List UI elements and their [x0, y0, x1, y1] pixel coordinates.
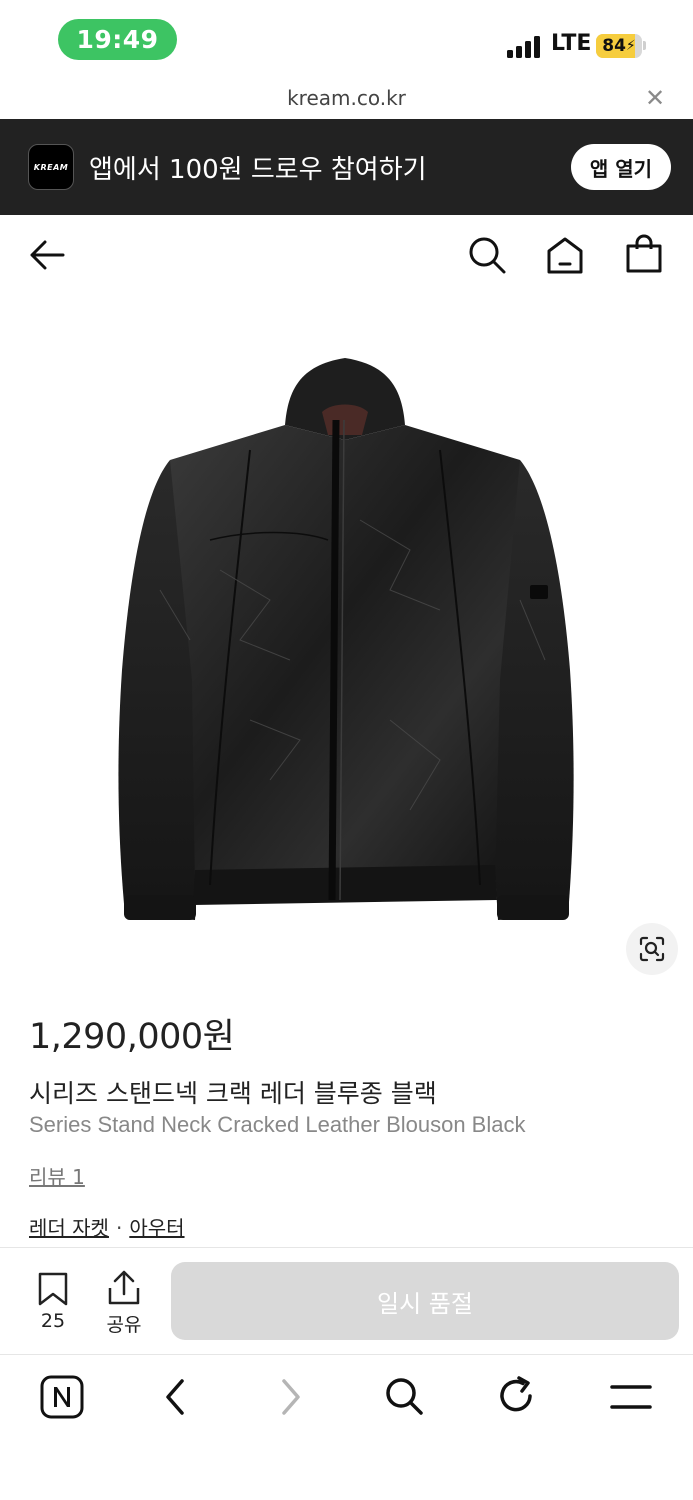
kream-logo: KREAM — [28, 144, 74, 190]
leather-jacket-image — [118, 358, 574, 920]
category-link-outer[interactable]: 아우터 — [129, 1216, 184, 1240]
home-icon[interactable] — [545, 235, 585, 275]
share-button[interactable]: 공유 — [99, 1270, 149, 1336]
naver-home-icon[interactable] — [40, 1375, 84, 1419]
product-name-english: Series Stand Neck Cracked Leather Blouso… — [29, 1112, 526, 1137]
category-link-leather-jacket[interactable]: 레더 자켓 — [29, 1216, 109, 1240]
reload-icon[interactable] — [497, 1375, 537, 1417]
search-icon[interactable] — [467, 235, 507, 275]
visual-search-icon[interactable] — [626, 923, 678, 975]
browser-toolbar — [0, 1355, 693, 1500]
battery-level: 84 — [602, 36, 626, 56]
divider — [0, 1247, 693, 1248]
close-icon[interactable]: ✕ — [645, 84, 665, 112]
category-separator: · — [115, 1216, 123, 1240]
banner-message: 앱에서 100원 드로우 참여하기 — [89, 155, 427, 185]
back-icon[interactable] — [160, 1377, 190, 1417]
search-icon[interactable] — [383, 1375, 425, 1417]
bookmark-icon — [38, 1272, 68, 1306]
url-text[interactable]: kream.co.kr — [0, 86, 693, 110]
wish-button[interactable]: 25 — [28, 1270, 78, 1336]
category-breadcrumb: 레더 자켓 · 아우터 — [29, 1212, 185, 1241]
sold-out-button[interactable]: 일시 품절 — [171, 1262, 679, 1340]
shopping-bag-icon[interactable] — [624, 234, 664, 274]
network-type: LTE — [551, 31, 592, 56]
share-label: 공유 — [106, 1314, 142, 1336]
back-arrow-icon[interactable] — [28, 237, 66, 273]
status-bar: 19:49 LTE 84 ⚡ — [0, 0, 693, 78]
menu-icon[interactable] — [610, 1383, 652, 1411]
forward-icon[interactable] — [276, 1377, 306, 1417]
battery-icon: 84 ⚡ — [596, 34, 642, 58]
product-price: 1,290,000원 — [29, 1017, 235, 1057]
page-header — [0, 215, 693, 295]
product-name-korean: 시리즈 스탠드넥 크랙 레더 블루종 블랙 — [29, 1079, 437, 1108]
share-icon — [108, 1270, 140, 1305]
wish-count: 25 — [40, 1310, 66, 1332]
open-app-button[interactable]: 앱 열기 — [571, 144, 671, 190]
status-time: 19:49 — [58, 19, 177, 60]
battery-tip — [643, 41, 646, 50]
app-install-banner: KREAM 앱에서 100원 드로우 참여하기 앱 열기 — [0, 119, 693, 215]
signal-icon — [507, 36, 543, 58]
url-bar[interactable]: kream.co.kr ✕ — [0, 78, 693, 119]
review-link[interactable]: 리뷰 1 — [29, 1161, 85, 1190]
